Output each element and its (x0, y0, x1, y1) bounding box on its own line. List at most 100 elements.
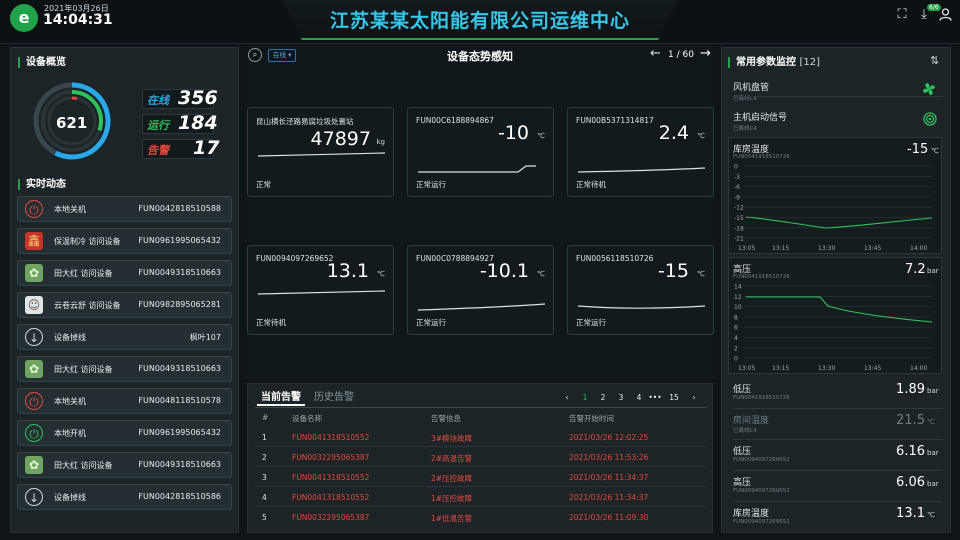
alarm-row-no: 1 (262, 433, 267, 442)
y-tick-label: 10 (734, 304, 742, 311)
alarm-prev-page[interactable]: ‹ (560, 393, 574, 402)
alarm-page-6[interactable]: 15 (667, 393, 681, 402)
pressure-chart-unit: bar (927, 267, 939, 275)
sparkline-path (417, 303, 546, 311)
prev-page-icon[interactable]: ← (650, 46, 661, 61)
event-device-id: FUN0049318510663 (138, 460, 221, 469)
situation-title: 设备态势感知 (447, 50, 513, 63)
alarm-page-4[interactable]: 4 (632, 393, 646, 402)
y-tick-label: -9 (734, 194, 740, 201)
sparkline-path (577, 305, 706, 309)
company-logo: e (10, 4, 38, 32)
event-item[interactable]: ⏻ 本地关机 FUN0048118510578 (17, 388, 232, 414)
event-item[interactable]: ↓ 设备掉线 FUN0042818510586 (17, 484, 232, 510)
sort-icon[interactable]: ⇅ (930, 54, 939, 67)
event-item[interactable]: ✿ 田大红 访问设备 FUN0049318510663 (17, 260, 232, 286)
stat-alarm-label: 告警 (147, 144, 169, 157)
signal-icon (923, 112, 937, 126)
alarm-row-no: 3 (262, 473, 267, 482)
params-title-text: 常用参数监控 (736, 57, 796, 68)
pressure-chart-value: 7.2 (905, 262, 926, 277)
event-device-id: FUN0049318510663 (138, 268, 221, 277)
event-item[interactable]: ✿ 田大红 访问设备 FUN0049318510663 (17, 356, 232, 382)
x-tick-label: 13:45 (864, 365, 881, 372)
avatar-green-icon: ✿ (25, 360, 43, 378)
device-card[interactable]: FUN0056118510726 -15 ℃ 正常运行 (567, 245, 714, 335)
alarm-row-device[interactable]: FUN0032295065387 (292, 453, 369, 462)
col-header-time: 告警开始时间 (569, 414, 614, 423)
device-card-sparkline (418, 165, 536, 173)
event-item[interactable]: ✿ 田大红 访问设备 FUN0049318510663 (17, 452, 232, 478)
stat-online-label: 在线 (147, 94, 169, 107)
next-page-icon[interactable]: → (700, 46, 711, 61)
col-header-no: # (262, 413, 269, 422)
x-tick-label: 14:00 (910, 365, 927, 372)
device-card[interactable]: FUN00C6188894867 -10 ℃ 正常运行 (407, 107, 554, 197)
alarm-row-device[interactable]: FUN0032295065387 (292, 513, 369, 522)
alarm-row-time: 2021/03/26 11:53:26 (569, 453, 649, 462)
alarm-next-page[interactable]: › (687, 393, 701, 402)
y-tick-label: 14 (734, 284, 742, 291)
table-row-divider (255, 486, 707, 487)
alarm-row-device[interactable]: FUN0041318510552 (292, 473, 369, 482)
dynamics-title: 实时动态 (18, 179, 66, 190)
alarm-row-time: 2021/03/26 11:09:30 (569, 513, 649, 522)
param-value: 13.1 (896, 506, 925, 521)
event-item[interactable]: ↓ 设备掉线 枫叶107 (17, 324, 232, 350)
alarm-row-info: 1#低温告警 (431, 514, 473, 523)
alarm-row-time: 2021/03/26 12:02:25 (569, 433, 649, 442)
alarm-row-time: 2021/03/26 11:34:37 (569, 473, 649, 482)
device-card[interactable]: FUN00B5371314817 2.4 ℃ 正常待机 (567, 107, 714, 197)
power-icon: ⏻ (25, 392, 43, 410)
situation-pager: 1 / 60 (668, 50, 694, 60)
user-icon[interactable] (938, 8, 952, 22)
tab-current-alarms[interactable]: 当前告警 (257, 390, 305, 406)
temp-chart-value: -15 (907, 142, 929, 157)
event-item[interactable]: 鑫 保温制冷 访问设备 FUN0961995065432 (17, 228, 232, 254)
device-card[interactable]: FUN0094097269652 13.1 ℃ 正常待机 (247, 245, 394, 335)
alarm-row-time: 2021/03/26 11:34:37 (569, 493, 649, 502)
status-filter[interactable]: 在线 ▾ (268, 49, 297, 62)
search-icon[interactable]: ⌕ (248, 48, 262, 62)
device-card[interactable]: FUN00C0788894927 -10.1 ℃ 正常运行 (407, 245, 554, 335)
sparkline-path (257, 290, 386, 295)
event-text: 设备掉线 (54, 493, 86, 502)
event-item[interactable]: ☺ 云卷云舒 访问设备 FUN0982895065281 (17, 292, 232, 318)
param-name: 库房温度 (733, 509, 770, 519)
y-tick-label: 6 (734, 325, 738, 332)
param-fan-name: 风机盘管 (733, 83, 770, 93)
y-tick-label: 0 (734, 164, 738, 171)
fullscreen-icon[interactable]: ⛶ (895, 8, 909, 22)
device-card-status: 正常运行 (416, 180, 446, 189)
device-card[interactable]: 昆山横长泾路易腐垃圾处置站 47897 kg 正常 (247, 107, 394, 197)
col-header-device: 设备名称 (292, 414, 322, 423)
alarm-row-no: 2 (262, 453, 267, 462)
param-sub: FUN0094097269652 (733, 457, 790, 463)
param-value: 6.16 (896, 444, 925, 459)
event-device-id: FUN0042818510588 (138, 204, 221, 213)
alarm-page-2[interactable]: 2 (596, 393, 610, 402)
event-text: 本地关机 (54, 205, 86, 214)
device-card-sparkline (257, 152, 386, 157)
alarm-row-device[interactable]: FUN0041318510552 (292, 433, 369, 442)
x-tick-label: 13:05 (738, 365, 755, 372)
x-tick-label: 13:05 (738, 245, 755, 252)
alarm-page-1[interactable]: 1 (578, 393, 592, 402)
event-item[interactable]: ⏻ 本地开机 FUN0961995065432 (17, 420, 232, 446)
event-item[interactable]: ⏻ 本地关机 FUN0042818510588 (17, 196, 232, 222)
col-header-info: 告警信息 (431, 414, 461, 423)
header-time: 14:04:31 (43, 12, 113, 28)
alarm-page-5[interactable]: ••• (648, 393, 662, 402)
table-row-divider (255, 506, 707, 507)
y-tick-label: -3 (734, 174, 740, 181)
device-card-sparkline (577, 305, 706, 309)
event-device-id: FUN0961995065432 (138, 428, 221, 437)
tab-history-alarms[interactable]: 历史告警 (310, 390, 358, 406)
power-icon: ⏻ (25, 200, 43, 218)
y-tick-label: 8 (734, 314, 738, 321)
alarm-row-device[interactable]: FUN0041318510552 (292, 493, 369, 502)
alarm-page-3[interactable]: 3 (614, 393, 628, 402)
y-tick-label: -15 (734, 215, 744, 222)
param-unit: bar (927, 449, 939, 457)
chevron-down-icon: ▾ (288, 51, 292, 59)
